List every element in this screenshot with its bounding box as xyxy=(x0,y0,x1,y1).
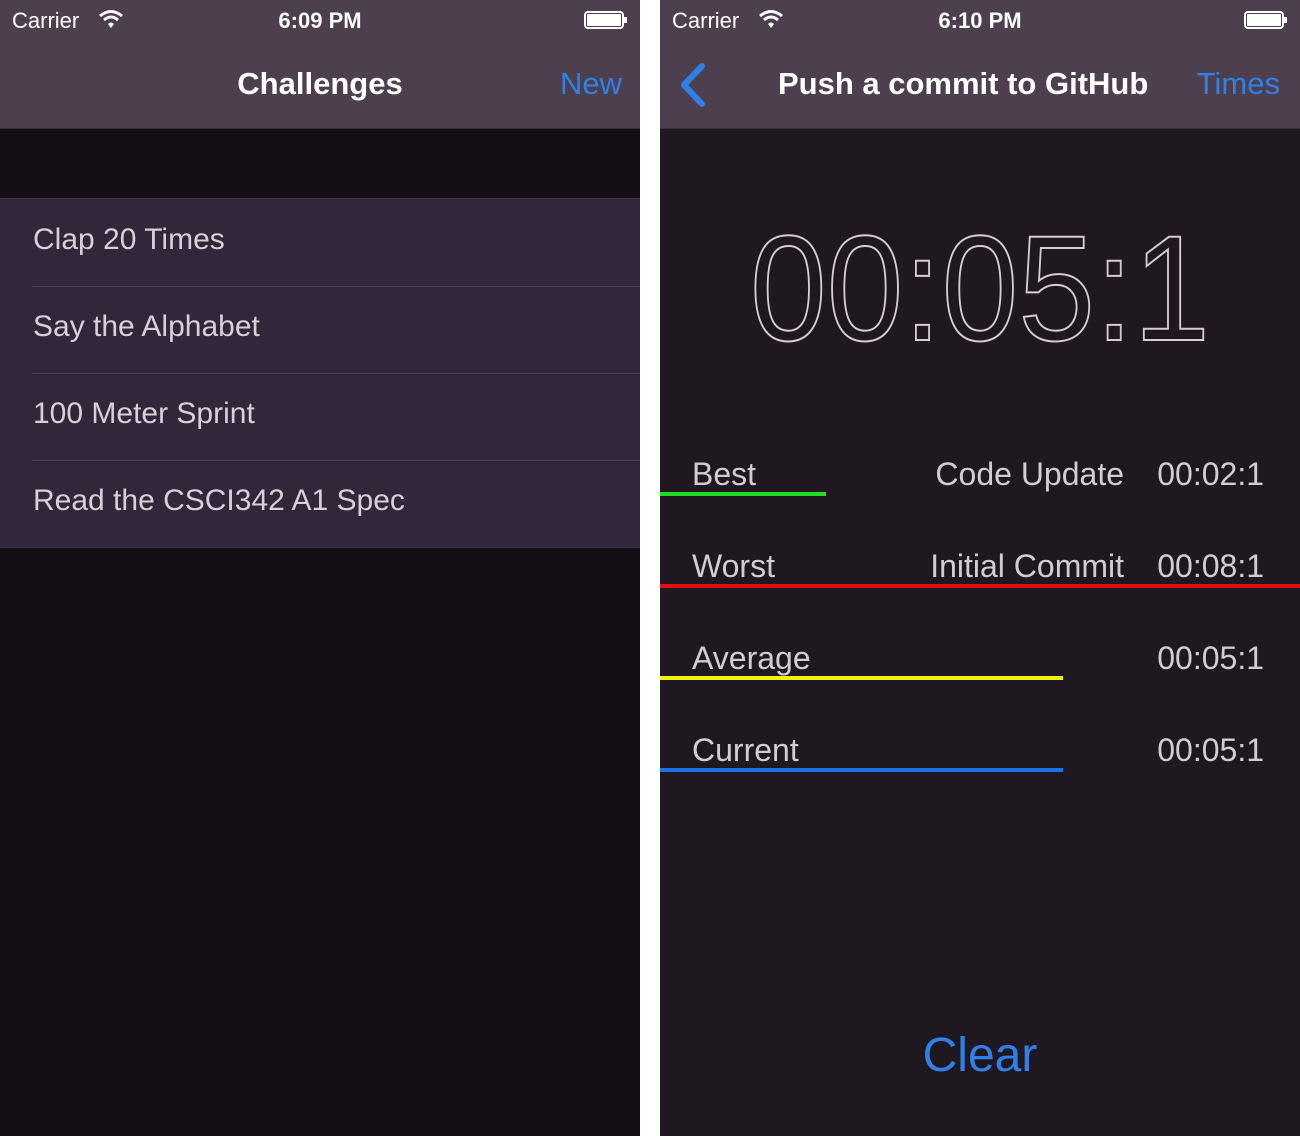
battery-icon xyxy=(584,11,627,29)
battery-icon xyxy=(1244,11,1287,29)
stat-challenge-name: Initial Commit xyxy=(930,548,1124,584)
status-time: 6:09 PM xyxy=(278,8,362,33)
list-item[interactable]: Clap 20 Times xyxy=(0,199,640,286)
stat-row-worst: Worst Initial Commit 00:08:1 xyxy=(660,532,1300,624)
list-item[interactable]: 100 Meter Sprint xyxy=(0,373,640,460)
challenge-label: Say the Alphabet xyxy=(33,310,260,343)
challenge-label: 100 Meter Sprint xyxy=(33,397,255,430)
stat-label: Average xyxy=(692,640,811,676)
challenge-detail-screen: Carrier 6:10 PM Push a commit to GitHub … xyxy=(660,0,1300,1136)
timer-display: 00:05:1 xyxy=(749,218,1211,368)
stat-bar xyxy=(660,492,826,496)
stat-time: 00:08:1 xyxy=(1157,548,1264,584)
page-title: Push a commit to GitHub xyxy=(778,66,1149,101)
stat-time: 00:05:1 xyxy=(1157,732,1264,768)
stat-time: 00:02:1 xyxy=(1157,456,1264,492)
chevron-left-icon[interactable] xyxy=(676,62,710,108)
stat-label: Best xyxy=(692,456,757,492)
list-item[interactable]: Read the CSCI342 A1 Spec xyxy=(0,460,640,547)
stat-row-current: Current 00:05:1 xyxy=(660,716,1300,808)
status-bar: Carrier 6:10 PM xyxy=(660,0,1300,40)
page-title: Challenges xyxy=(237,66,403,101)
stat-label: Current xyxy=(692,732,799,768)
stat-label: Worst xyxy=(692,548,775,584)
challenge-label: Clap 20 Times xyxy=(33,223,225,256)
clear-button[interactable]: Clear xyxy=(660,1028,1300,1083)
new-challenge-button[interactable]: New xyxy=(560,66,622,102)
stat-row-best: Best Code Update 00:02:1 xyxy=(660,440,1300,532)
times-button[interactable]: Times xyxy=(1197,66,1280,102)
status-time: 6:10 PM xyxy=(938,8,1022,33)
stat-challenge-name: Code Update xyxy=(935,456,1124,492)
timer-value: 00:05:1 xyxy=(750,218,1210,368)
stat-time: 00:05:1 xyxy=(1157,640,1264,676)
challenges-screen: Carrier 6:09 PM Challenges New Clap 20 T… xyxy=(0,0,640,1136)
stat-bar xyxy=(660,584,1300,588)
list-item[interactable]: Say the Alphabet xyxy=(0,286,640,373)
challenge-label: Read the CSCI342 A1 Spec xyxy=(33,484,405,517)
challenge-list: Clap 20 Times Say the Alphabet 100 Meter… xyxy=(0,198,640,548)
stat-row-average: Average 00:05:1 xyxy=(660,624,1300,716)
stat-bar xyxy=(660,768,1063,772)
stat-bar xyxy=(660,676,1063,680)
navigation-bar: Carrier 6:09 PM Challenges New xyxy=(0,0,640,129)
navigation-bar: Carrier 6:10 PM Push a commit to GitHub … xyxy=(660,0,1300,129)
status-bar: Carrier 6:09 PM xyxy=(0,0,640,40)
